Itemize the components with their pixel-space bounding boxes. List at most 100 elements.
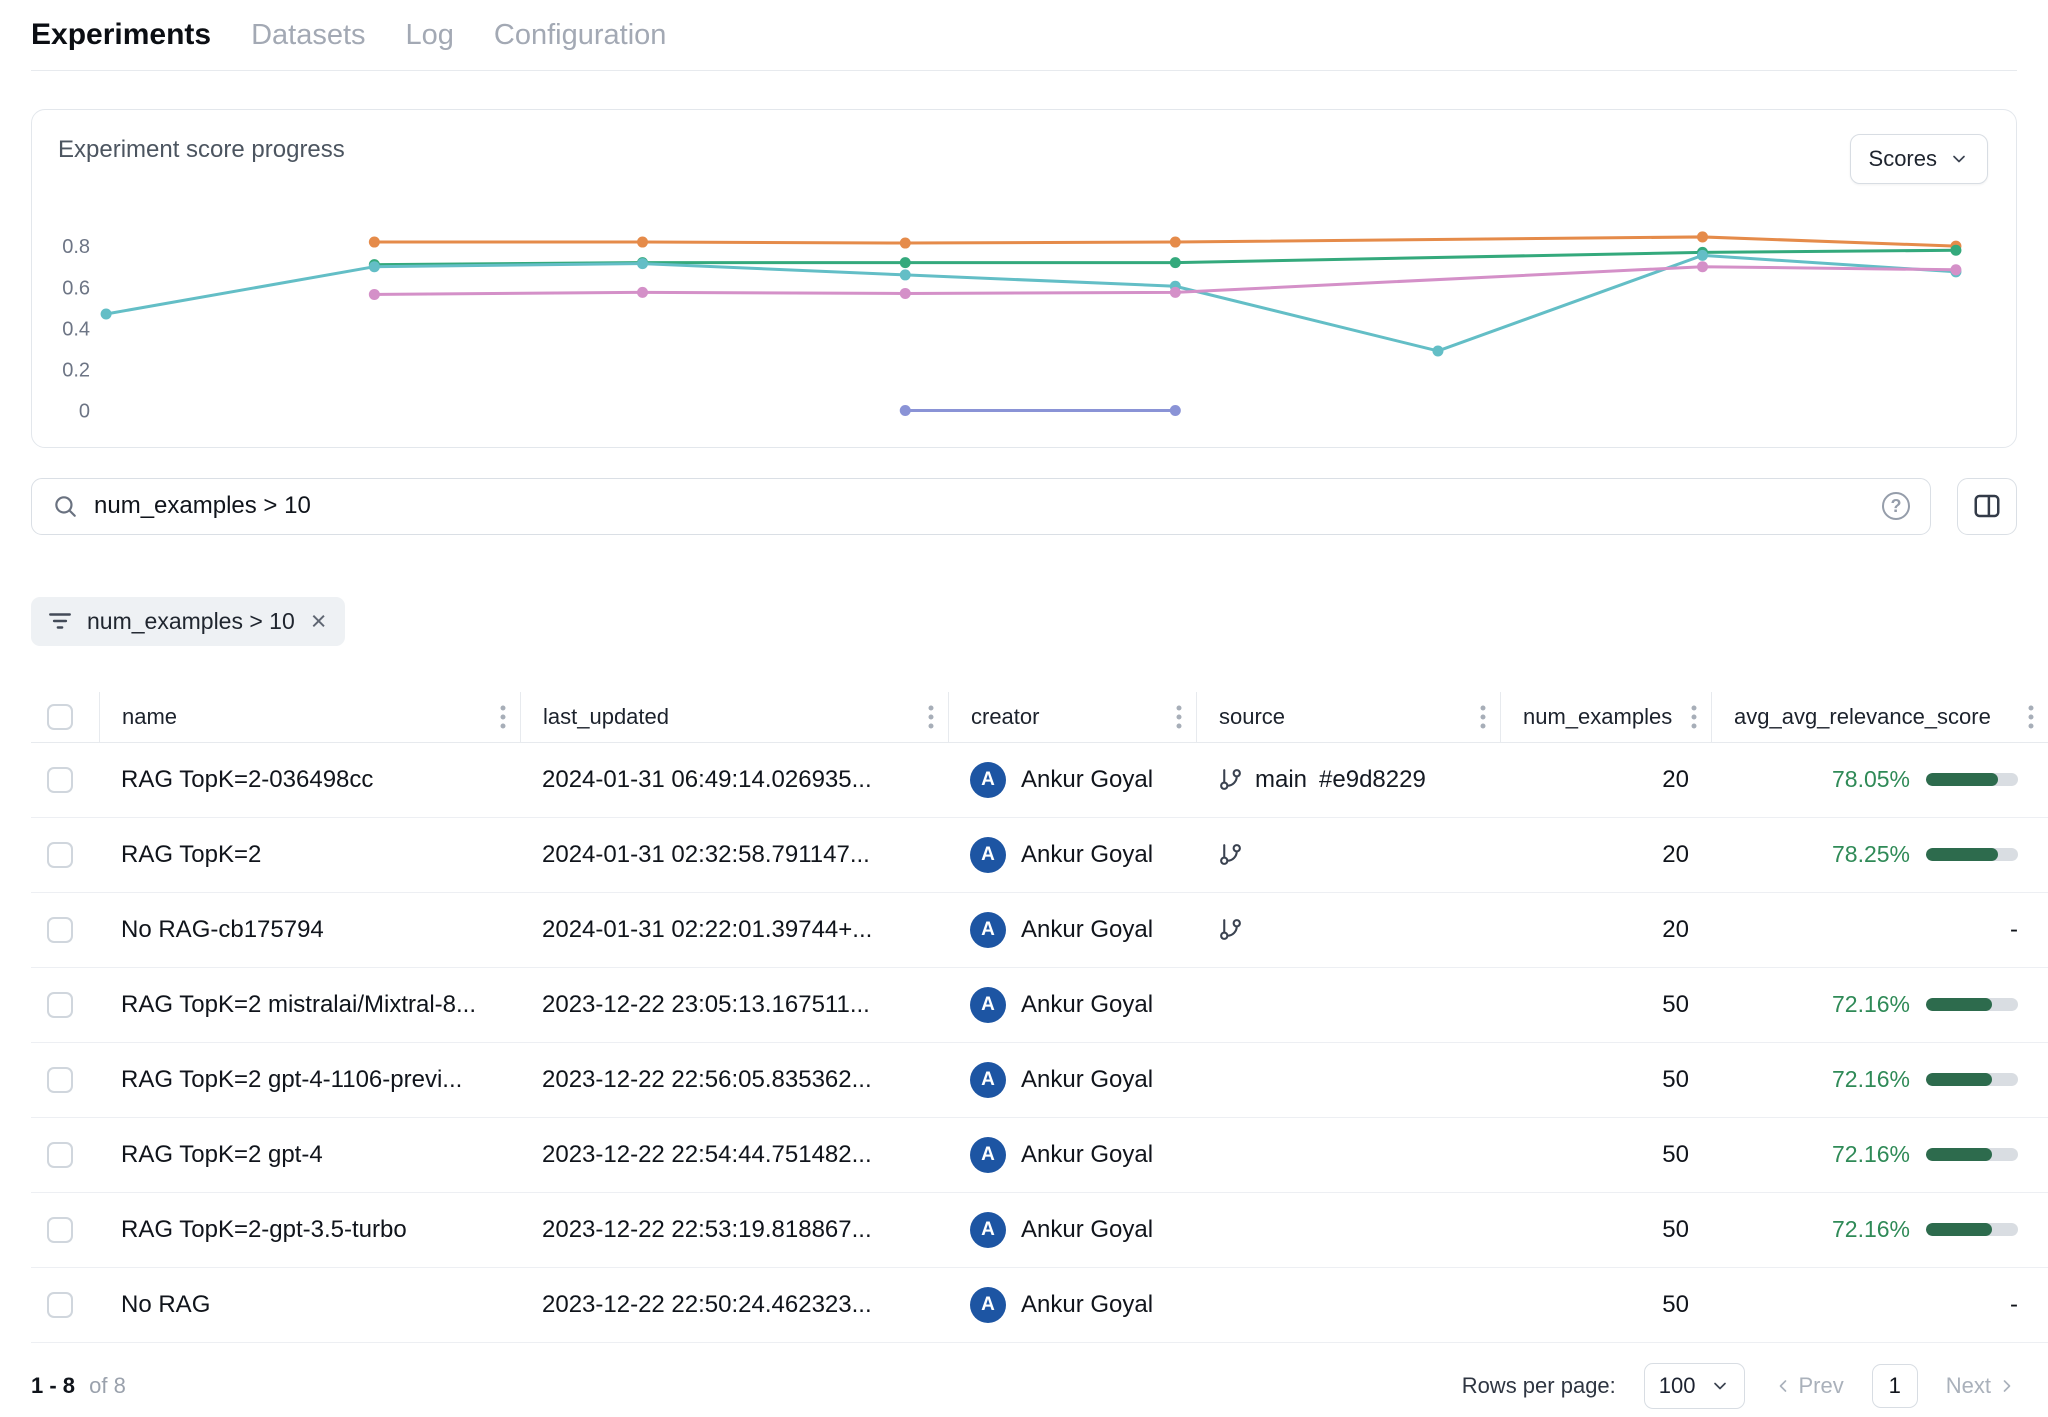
score-cell: 78.05% - <box>1711 766 2048 793</box>
svg-text:0.8: 0.8 <box>62 236 90 258</box>
column-header-num_examples[interactable]: num_examples <box>1500 692 1711 742</box>
experiment-name[interactable]: RAG TopK=2 <box>99 841 520 869</box>
column-header-creator[interactable]: creator <box>948 692 1196 742</box>
score-progress-card: Experiment score progress Scores 0.80.60… <box>31 109 2017 448</box>
commit-hash: #e9d8229 <box>1319 766 1426 794</box>
creator-cell: A Ankur Goyal <box>948 1212 1196 1248</box>
row-checkbox[interactable] <box>47 1217 73 1243</box>
score-value: 72.16% <box>1832 1216 1910 1243</box>
row-checkbox[interactable] <box>47 767 73 793</box>
table-row[interactable]: RAG TopK=2 gpt-4 2023-12-22 22:54:44.751… <box>31 1118 2048 1193</box>
tab-configuration[interactable]: Configuration <box>494 19 667 52</box>
column-menu-icon[interactable] <box>928 704 934 730</box>
table-row[interactable]: No RAG 2023-12-22 22:50:24.462323... A A… <box>31 1268 2048 1343</box>
experiment-name[interactable]: RAG TopK=2-036498cc <box>99 766 520 794</box>
svg-text:0.6: 0.6 <box>62 277 90 299</box>
tab-log[interactable]: Log <box>406 19 454 52</box>
last-updated-value: 2024-01-31 06:49:14.026935... <box>520 766 948 794</box>
rows-per-page-select[interactable]: 100 <box>1644 1363 1745 1409</box>
table-row[interactable]: RAG TopK=2-036498cc 2024-01-31 06:49:14.… <box>31 743 2048 818</box>
column-menu-icon[interactable] <box>1691 704 1697 730</box>
no-score-dash: - <box>2010 916 2018 944</box>
help-icon[interactable]: ? <box>1882 492 1910 520</box>
column-menu-icon[interactable] <box>1480 704 1486 730</box>
creator-cell: A Ankur Goyal <box>948 912 1196 948</box>
chart-point <box>1697 250 1708 261</box>
chart-point <box>900 257 911 268</box>
experiment-name[interactable]: RAG TopK=2 gpt-4 <box>99 1141 520 1169</box>
columns-icon <box>1972 491 2002 521</box>
chart-series-orange <box>374 237 1956 246</box>
row-checkbox[interactable] <box>47 917 73 943</box>
score-value: 72.16% <box>1832 1066 1910 1093</box>
column-header-label: avg_avg_relevance_score <box>1734 704 1991 730</box>
chart-point <box>369 289 380 300</box>
remove-filter-button[interactable]: × <box>309 608 329 635</box>
num-examples-value: 20 <box>1500 916 1711 944</box>
scores-dropdown[interactable]: Scores <box>1850 134 1988 184</box>
tab-datasets[interactable]: Datasets <box>251 19 365 52</box>
table-body: RAG TopK=2-036498cc 2024-01-31 06:49:14.… <box>31 743 2048 1343</box>
score-bar <box>1926 1223 2018 1236</box>
last-updated-value: 2023-12-22 23:05:13.167511... <box>520 991 948 1019</box>
row-checkbox[interactable] <box>47 1142 73 1168</box>
filter-chip[interactable]: num_examples > 10 × <box>31 597 345 646</box>
last-updated-value: 2024-01-31 02:32:58.791147... <box>520 841 948 869</box>
column-layout-button[interactable] <box>1957 478 2017 535</box>
row-select-cell <box>31 767 99 793</box>
row-range: 1 - 8 <box>31 1373 75 1398</box>
next-page-button[interactable]: Next <box>1946 1373 2017 1399</box>
experiment-name[interactable]: RAG TopK=2 gpt-4-1106-previ... <box>99 1066 520 1094</box>
experiment-name[interactable]: No RAG-cb175794 <box>99 916 520 944</box>
row-checkbox[interactable] <box>47 1292 73 1318</box>
num-examples-value: 50 <box>1500 1291 1711 1319</box>
column-header-source[interactable]: source <box>1196 692 1500 742</box>
column-menu-icon[interactable] <box>500 704 506 730</box>
current-page-indicator[interactable]: 1 <box>1872 1364 1918 1408</box>
row-select-cell <box>31 842 99 868</box>
search-input[interactable]: num_examples > 10 ? <box>31 478 1931 535</box>
column-header-label: name <box>122 704 177 730</box>
avatar: A <box>970 762 1006 798</box>
scores-dropdown-label: Scores <box>1869 146 1937 172</box>
column-header-avg_avg_relevance_score[interactable]: avg_avg_relevance_score <box>1711 692 2048 742</box>
search-row: num_examples > 10 ? <box>31 478 2017 535</box>
experiment-name[interactable]: No RAG <box>99 1291 520 1319</box>
table-row[interactable]: RAG TopK=2 gpt-4-1106-previ... 2023-12-2… <box>31 1043 2048 1118</box>
score-value: 78.25% <box>1832 841 1910 868</box>
table-row[interactable]: RAG TopK=2-gpt-3.5-turbo 2023-12-22 22:5… <box>31 1193 2048 1268</box>
table-row[interactable]: No RAG-cb175794 2024-01-31 02:22:01.3974… <box>31 893 2048 968</box>
column-header-name[interactable]: name <box>99 692 520 742</box>
experiment-name[interactable]: RAG TopK=2 mistralai/Mixtral-8... <box>99 991 520 1019</box>
row-select-cell <box>31 1067 99 1093</box>
column-menu-icon[interactable] <box>1176 704 1182 730</box>
select-all-checkbox[interactable] <box>47 704 73 730</box>
search-icon <box>52 493 78 519</box>
row-select-cell <box>31 917 99 943</box>
num-examples-value: 20 <box>1500 766 1711 794</box>
column-header-last_updated[interactable]: last_updated <box>520 692 948 742</box>
score-value: 72.16% <box>1832 991 1910 1018</box>
column-header-label: num_examples <box>1523 704 1672 730</box>
row-checkbox[interactable] <box>47 1067 73 1093</box>
row-checkbox[interactable] <box>47 992 73 1018</box>
tab-experiments[interactable]: Experiments <box>31 18 211 52</box>
table-row[interactable]: RAG TopK=2 mistralai/Mixtral-8... 2023-1… <box>31 968 2048 1043</box>
pagination-summary: 1 - 8 of 8 <box>31 1373 126 1399</box>
column-menu-icon[interactable] <box>2028 704 2034 730</box>
chart-point <box>1697 261 1708 272</box>
experiments-page: Experiments Datasets Log Configuration E… <box>0 0 2048 1409</box>
source-cell <box>1196 842 1500 867</box>
last-updated-value: 2023-12-22 22:50:24.462323... <box>520 1291 948 1319</box>
branch-name: main <box>1255 766 1307 794</box>
prev-page-button[interactable]: Prev <box>1773 1373 1844 1399</box>
table-row[interactable]: RAG TopK=2 2024-01-31 02:32:58.791147...… <box>31 818 2048 893</box>
experiment-name[interactable]: RAG TopK=2-gpt-3.5-turbo <box>99 1216 520 1244</box>
score-bar <box>1926 848 2018 861</box>
avatar: A <box>970 1212 1006 1248</box>
chart-series-pink <box>374 267 1956 295</box>
row-checkbox[interactable] <box>47 842 73 868</box>
score-cell: 78.25% - <box>1711 841 2048 868</box>
filter-chip-label: num_examples > 10 <box>87 608 295 635</box>
svg-text:0: 0 <box>79 401 90 423</box>
